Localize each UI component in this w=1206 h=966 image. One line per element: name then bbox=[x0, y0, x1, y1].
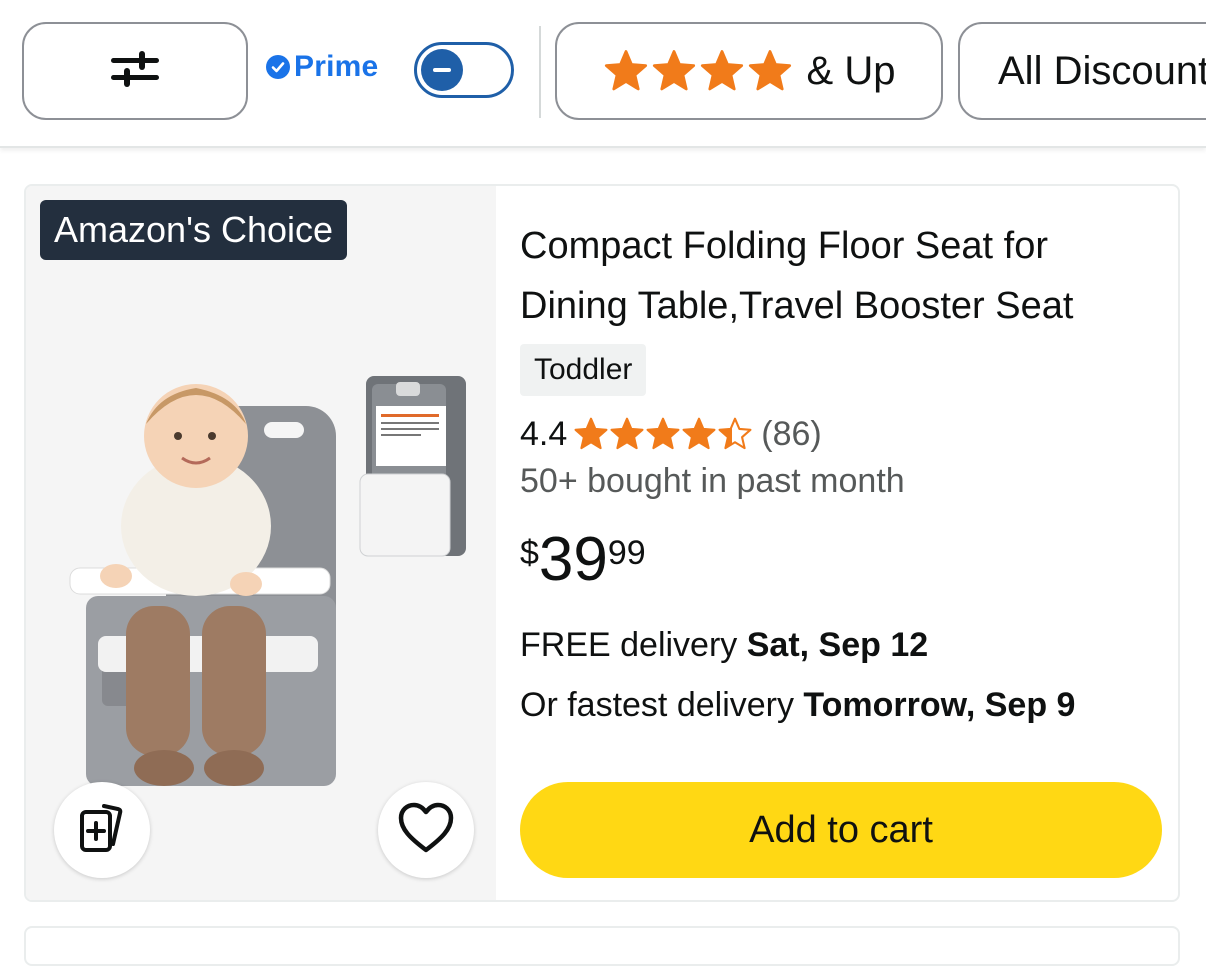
prime-label: Prime bbox=[294, 50, 379, 83]
bought-in-past-month: 50+ bought in past month bbox=[520, 462, 905, 500]
rating-stars bbox=[573, 416, 753, 452]
prime-filter[interactable]: Prime bbox=[266, 50, 378, 84]
filters-button[interactable] bbox=[22, 22, 248, 120]
compare-icon bbox=[74, 800, 130, 861]
fastest-date: Tomorrow, Sep 9 bbox=[803, 686, 1076, 724]
star-icon bbox=[604, 50, 647, 91]
price-symbol: $ bbox=[520, 534, 539, 572]
star-icon bbox=[610, 417, 644, 450]
sliders-icon bbox=[109, 49, 161, 94]
delivery-prefix: FREE delivery bbox=[520, 626, 747, 664]
price: $ 39 99 bbox=[520, 526, 646, 594]
discount-filter-label: All Discounts bbox=[998, 48, 1206, 93]
price-whole: 39 bbox=[538, 525, 608, 594]
compare-button[interactable] bbox=[54, 782, 150, 878]
star-icon bbox=[748, 50, 791, 91]
add-to-cart-button[interactable]: Add to cart bbox=[520, 782, 1162, 878]
delivery-date: Sat, Sep 12 bbox=[746, 626, 929, 664]
star-icon bbox=[652, 50, 695, 91]
rating-filter-stars bbox=[603, 48, 793, 94]
amazons-choice-badge: Amazon's Choice bbox=[40, 200, 347, 260]
prime-toggle[interactable] bbox=[414, 42, 514, 98]
heart-icon bbox=[396, 800, 456, 861]
price-fraction: 99 bbox=[607, 534, 646, 572]
rating-row[interactable]: 4.4 (86) bbox=[520, 412, 822, 456]
star-icon bbox=[718, 417, 752, 450]
star-icon bbox=[574, 417, 608, 450]
rating-value: 4.4 bbox=[520, 414, 568, 453]
product-card[interactable]: Amazon's Choice Compact Folding Floor Se… bbox=[24, 184, 1180, 902]
discount-filter-button[interactable]: All Discounts bbox=[958, 22, 1206, 120]
rating-filter-label: & Up bbox=[806, 48, 896, 93]
divider bbox=[539, 26, 541, 118]
product-title[interactable]: Compact Folding Floor Seat for Dining Ta… bbox=[520, 216, 1160, 336]
fastest-prefix: Or fastest delivery bbox=[520, 686, 804, 724]
product-image-panel[interactable]: Amazon's Choice bbox=[26, 186, 496, 900]
wishlist-button[interactable] bbox=[378, 782, 474, 878]
next-product-card[interactable] bbox=[24, 926, 1180, 966]
product-image[interactable] bbox=[46, 336, 486, 806]
delivery-info: FREE delivery Sat, Sep 12 bbox=[520, 626, 928, 665]
star-icon bbox=[700, 50, 743, 91]
star-icon bbox=[646, 417, 680, 450]
filter-bar: Prime & Up All Discounts bbox=[0, 0, 1206, 148]
rating-filter-button[interactable]: & Up bbox=[555, 22, 943, 120]
variant-tag: Toddler bbox=[520, 344, 647, 396]
check-icon bbox=[266, 55, 290, 79]
star-icon bbox=[682, 417, 716, 450]
fastest-delivery-info: Or fastest delivery Tomorrow, Sep 9 bbox=[520, 686, 1075, 725]
review-count[interactable]: (86) bbox=[761, 415, 821, 454]
toggle-knob bbox=[421, 49, 463, 91]
